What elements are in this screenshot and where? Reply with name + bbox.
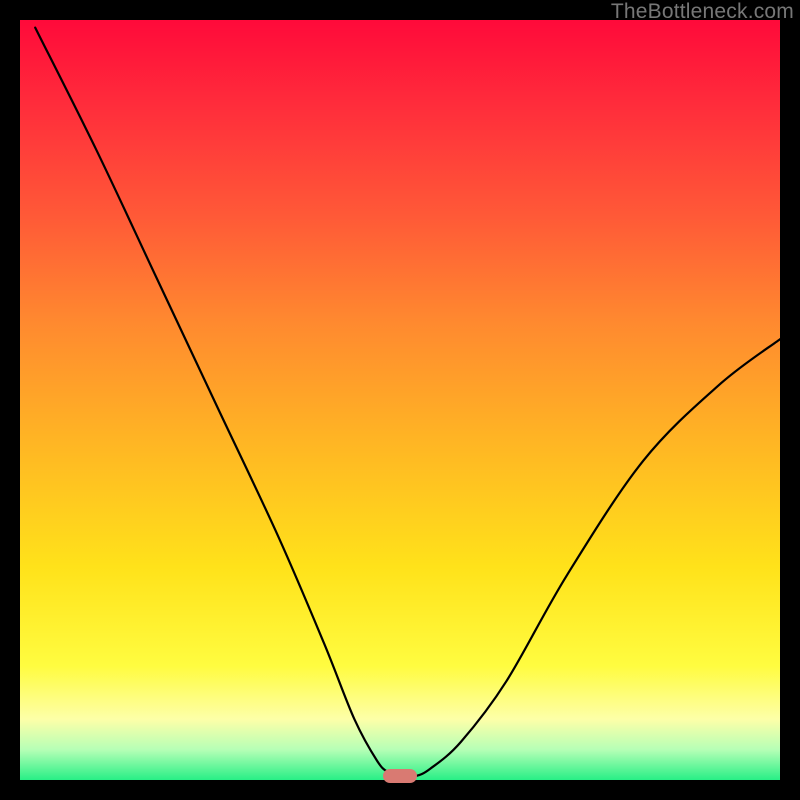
curve-path <box>35 28 780 777</box>
plot-area <box>20 20 780 780</box>
chart-frame: TheBottleneck.com <box>0 0 800 800</box>
bottleneck-curve <box>20 20 780 780</box>
optimal-marker <box>383 769 417 783</box>
